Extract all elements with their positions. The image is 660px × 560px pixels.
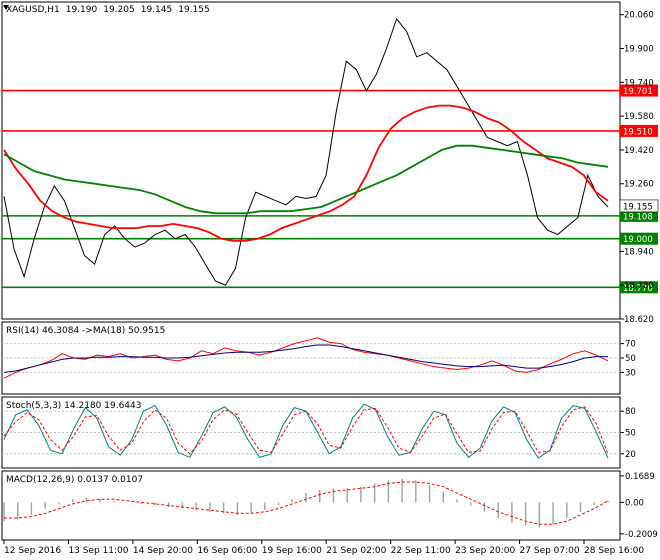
x-tick-label: 21 Sep 02:00	[326, 546, 386, 556]
x-tick-label: 12 Sep 2016	[4, 546, 61, 556]
macd-label: MACD(12,26,9) 0.0137 0.0107	[6, 475, 143, 485]
rsi-tick-label: 70	[625, 340, 636, 350]
macd-tick-label: -0.2009	[625, 530, 658, 540]
level-label: 19.000	[623, 235, 653, 245]
rsi-tick-label: 50	[625, 354, 636, 364]
header-low: 19.145	[141, 5, 173, 15]
stoch-tick-label: 20	[625, 450, 636, 460]
stoch-tick-label: 80	[625, 407, 636, 417]
price-tick-label: 18.940	[624, 247, 654, 257]
x-tick-label: 16 Sep 06:00	[197, 546, 257, 556]
x-tick-label: 23 Sep 20:00	[455, 546, 515, 556]
level-label: 19.701	[623, 87, 653, 97]
macd-tick-label: 0.00	[625, 498, 644, 508]
level-label: 19.510	[623, 127, 653, 137]
price-tick-label: 18.780	[624, 281, 654, 291]
current-price-label: 19.155	[623, 202, 653, 212]
x-tick-label: 19 Sep 16:00	[262, 546, 322, 556]
rsi-tick-label: 30	[625, 368, 636, 378]
level-label: 19.108	[623, 212, 653, 222]
header-close: 19.155	[178, 5, 210, 15]
header-open: 19.190	[66, 5, 98, 15]
price-tick-label: 19.420	[624, 146, 654, 156]
price-chart: 19.70119.51019.10819.00018.77019.155 20.…	[0, 0, 660, 560]
header-instrument: XAGUSD,H1	[6, 5, 60, 15]
price-tick-label: 19.580	[624, 112, 654, 122]
header-high: 19.205	[103, 5, 135, 15]
x-tick-label: 28 Sep 16:00	[584, 546, 644, 556]
chart-header: XAGUSD,H1 19.190 19.205 19.145 19.155	[6, 5, 210, 15]
price-tick-label: 19.740	[624, 78, 654, 88]
x-tick-label: 27 Sep 07:00	[520, 546, 580, 556]
x-tick-label: 22 Sep 11:00	[391, 546, 451, 556]
rsi-label: RSI(14) 46.3084 ->MA(18) 50.9515	[6, 326, 165, 336]
price-tick-label: 20.060	[624, 11, 654, 21]
macd-tick-label: 0.1689	[625, 472, 655, 482]
x-tick-label: 13 Sep 11:00	[68, 546, 128, 556]
stoch-tick-label: 50	[625, 429, 636, 439]
x-tick-label: 14 Sep 20:00	[133, 546, 193, 556]
price-tick-label: 19.900	[624, 44, 654, 54]
price-tick-label: 18.620	[624, 315, 654, 325]
price-tick-label: 19.260	[624, 180, 654, 190]
stoch-label: Stoch(5,3,3) 14.2180 19.6443	[6, 401, 141, 411]
